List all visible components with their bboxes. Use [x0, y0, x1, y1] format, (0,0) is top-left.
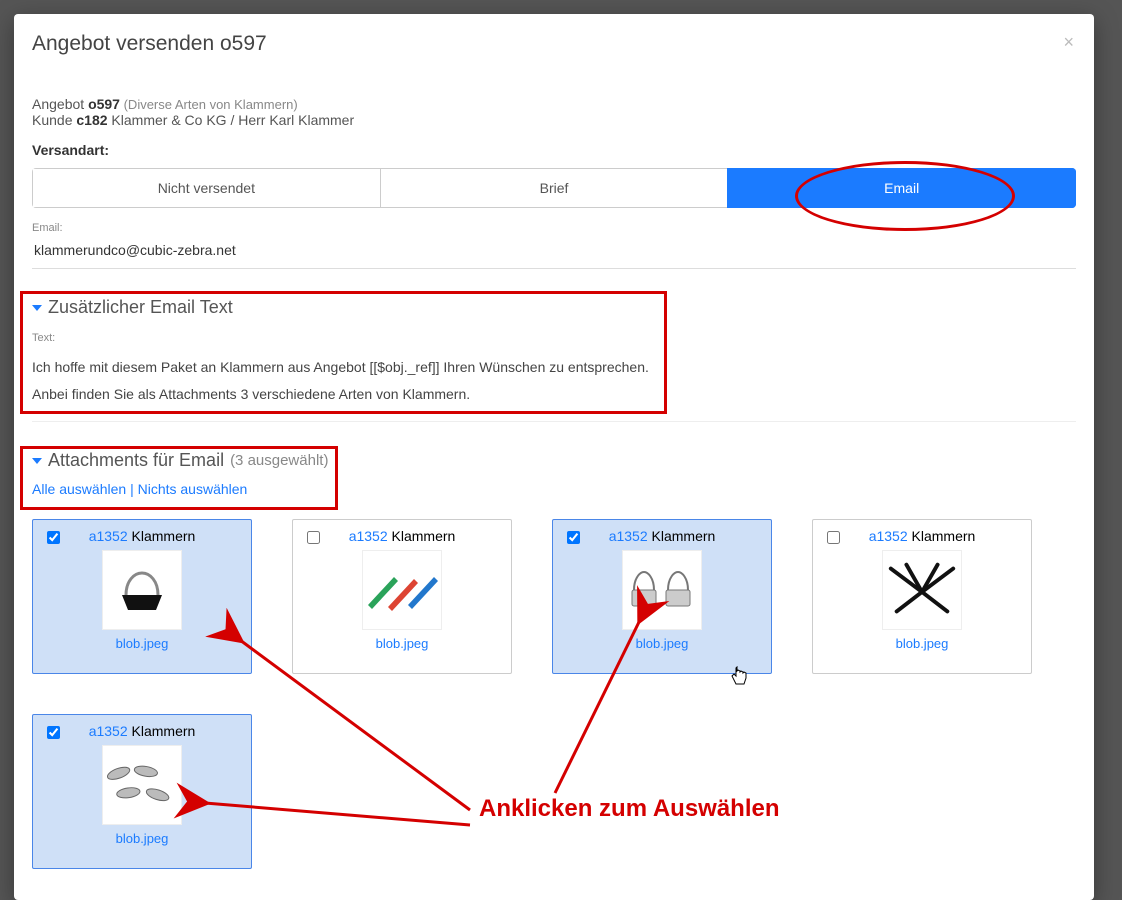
attachment-card[interactable]: a1352 Klammern blob.jpeg — [292, 519, 512, 674]
seg-not-sent[interactable]: Nicht versendet — [32, 168, 380, 208]
extra-text-line2: Anbei finden Sie als Attachments 3 versc… — [32, 381, 1076, 408]
attachment-card[interactable]: a1352 Klammern blob.jpeg — [552, 519, 772, 674]
attachment-ref: a1352 — [609, 528, 648, 544]
offer-ref: o597 — [88, 96, 120, 112]
shipping-type-label: Versandart: — [32, 142, 1076, 158]
extra-text-body[interactable]: Ich hoffe mit diesem Paket an Klammern a… — [32, 344, 1076, 422]
attachment-ref: a1352 — [89, 528, 128, 544]
attachment-file-link[interactable]: blob.jpeg — [813, 636, 1031, 651]
offer-prefix: Angebot — [32, 96, 88, 112]
attachment-file-link[interactable]: blob.jpeg — [293, 636, 511, 651]
attachments-count: (3 ausgewählt) — [230, 452, 328, 469]
extra-text-label: Text: — [32, 332, 1076, 344]
attachment-card[interactable]: a1352 Klammern blob.jpeg — [32, 714, 252, 869]
seg-email[interactable]: Email — [727, 168, 1076, 208]
close-icon[interactable]: × — [1063, 32, 1074, 53]
attachment-name: Klammern — [132, 723, 196, 739]
shipping-type-seg: Nicht versendet Brief Email — [32, 168, 1076, 208]
customer-ref: c182 — [76, 112, 107, 128]
attachment-thumb — [102, 745, 182, 825]
attachment-title: a1352 Klammern — [33, 723, 251, 739]
email-field-label: Email: — [32, 222, 1076, 234]
attachment-card[interactable]: a1352 Klammern blob.jpeg — [32, 519, 252, 674]
attachment-thumb — [622, 550, 702, 630]
attachment-grid: a1352 Klammern blob.jpeg a1352 Klammern blo… — [32, 519, 1076, 869]
modal-dialog: Angebot versenden o597 × Angebot o597 (D… — [14, 14, 1094, 900]
attachment-checkbox[interactable] — [567, 531, 580, 544]
attachment-title: a1352 Klammern — [33, 528, 251, 544]
attachment-thumb — [102, 550, 182, 630]
customer-name: Klammer & Co KG / Herr Karl Klammer — [108, 112, 355, 128]
attachment-checkbox[interactable] — [827, 531, 840, 544]
extra-text-heading-label: Zusätzlicher Email Text — [48, 297, 233, 318]
attachment-name: Klammern — [132, 528, 196, 544]
attachment-name: Klammern — [392, 528, 456, 544]
email-field[interactable] — [32, 234, 1076, 269]
attachment-ref: a1352 — [89, 723, 128, 739]
attachment-title: a1352 Klammern — [293, 528, 511, 544]
offer-info: Angebot o597 (Diverse Arten von Klammern… — [32, 96, 1076, 128]
attachments-heading-label: Attachments für Email — [48, 450, 224, 471]
seg-letter[interactable]: Brief — [380, 168, 728, 208]
attachment-file-link[interactable]: blob.jpeg — [33, 831, 251, 846]
attachment-file-link[interactable]: blob.jpeg — [553, 636, 771, 651]
offer-desc: (Diverse Arten von Klammern) — [120, 97, 298, 112]
chevron-down-icon — [32, 305, 42, 311]
attachment-thumb — [362, 550, 442, 630]
select-all-link[interactable]: Alle auswählen — [32, 481, 126, 497]
extra-text-heading[interactable]: Zusätzlicher Email Text — [32, 297, 1076, 318]
attachment-title: a1352 Klammern — [553, 528, 771, 544]
attachment-name: Klammern — [912, 528, 976, 544]
attachment-checkbox[interactable] — [47, 531, 60, 544]
chevron-down-icon — [32, 458, 42, 464]
attachment-ref: a1352 — [349, 528, 388, 544]
attachment-file-link[interactable]: blob.jpeg — [33, 636, 251, 651]
attachment-card[interactable]: a1352 Klammern blob.jpeg — [812, 519, 1032, 674]
customer-prefix: Kunde — [32, 112, 76, 128]
attachment-ref: a1352 — [869, 528, 908, 544]
attachments-heading[interactable]: Attachments für Email (3 ausgewählt) — [32, 450, 1076, 471]
modal-title: Angebot versenden o597 — [32, 32, 1076, 56]
extra-text-line1: Ich hoffe mit diesem Paket an Klammern a… — [32, 354, 1076, 381]
cursor-icon — [730, 666, 748, 693]
attachment-thumb — [882, 550, 962, 630]
attachment-checkbox[interactable] — [47, 726, 60, 739]
deselect-all-link[interactable]: Nichts auswählen — [138, 481, 248, 497]
attachment-checkbox[interactable] — [307, 531, 320, 544]
attachment-name: Klammern — [652, 528, 716, 544]
attachment-title: a1352 Klammern — [813, 528, 1031, 544]
